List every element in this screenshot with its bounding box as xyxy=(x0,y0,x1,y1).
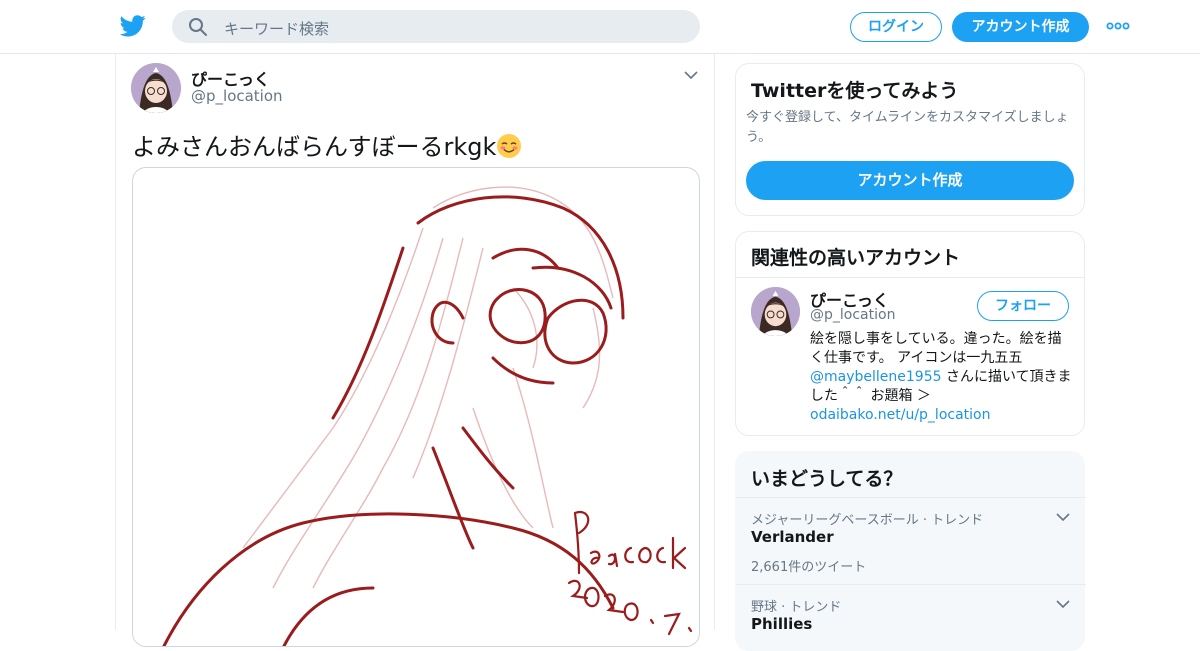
twitter-bird-icon[interactable] xyxy=(120,14,146,38)
trend-category: メジャーリーグベースボール · トレンド xyxy=(751,513,984,528)
related-accounts-card: 関連性の高いアカウント ぴーこっく @p_location フォロー 絵を隠し事… xyxy=(735,231,1085,436)
follow-button[interactable]: フォロー xyxy=(977,291,1069,321)
bio-mention-link[interactable]: @maybellene1955 xyxy=(810,369,942,385)
avatar-portrait-icon xyxy=(131,63,181,113)
avatar-portrait-icon xyxy=(751,287,800,336)
more-options-icon[interactable] xyxy=(1106,18,1130,34)
trends-title: いまどうしてる？ xyxy=(751,468,903,490)
search-placeholder: キーワード検索 xyxy=(224,20,330,38)
chevron-down-icon[interactable] xyxy=(1056,512,1070,522)
create-account-button[interactable]: アカウント作成 xyxy=(746,161,1074,200)
bio-url-link[interactable]: odaibako.net/u/p_location xyxy=(810,407,990,423)
trends-card: いまどうしてる？ メジャーリーグベースボール · トレンド Verlander … xyxy=(735,451,1086,651)
chevron-down-icon[interactable] xyxy=(1056,599,1070,609)
tweet-column: ぴーこっく @p_location よみさんおんばらんすぼーるrkgk xyxy=(115,54,715,647)
bio-text: 絵を隠し事をしている。違った。絵を描く仕事です。 アイコンは一九五五 xyxy=(810,331,1062,366)
trend-name[interactable]: Verlander xyxy=(751,528,834,546)
chevron-down-icon[interactable] xyxy=(684,70,698,80)
tweet-media-image[interactable] xyxy=(132,167,700,647)
signup-card-description: 今すぐ登録して、タイムラインをカスタマイズしましょう。 xyxy=(746,110,1069,145)
login-button[interactable]: ログイン xyxy=(850,12,942,42)
account-handle[interactable]: @p_location xyxy=(810,307,895,323)
account-bio: 絵を隠し事をしている。違った。絵を描く仕事です。 アイコンは一九五五 @mayb… xyxy=(810,330,1074,425)
tweet-text-content: よみさんおんばらんすぼーるrkgk xyxy=(132,133,497,161)
tweet-author-handle[interactable]: @p_location xyxy=(191,87,283,105)
avatar[interactable] xyxy=(751,287,800,336)
divider xyxy=(736,584,1086,585)
trend-category: 野球 · トレンド xyxy=(751,600,842,615)
top-navigation-bar: キーワード検索 ログイン アカウント作成 xyxy=(0,0,1200,54)
related-accounts-title: 関連性の高いアカウント xyxy=(751,247,961,269)
tweet-text: よみさんおんばらんすぼーるrkgk xyxy=(132,127,522,162)
sketch-illustration xyxy=(162,186,693,646)
signup-card-title: Twitterを使ってみよう xyxy=(751,80,959,102)
trend-name[interactable]: Phillies xyxy=(751,615,812,633)
divider xyxy=(736,497,1086,498)
search-field[interactable]: キーワード検索 xyxy=(172,10,700,43)
divider xyxy=(736,277,1084,278)
smiling-face-icon xyxy=(497,134,522,158)
avatar[interactable] xyxy=(131,63,181,113)
search-icon xyxy=(189,18,207,36)
signup-button[interactable]: アカウント作成 xyxy=(952,12,1089,42)
trend-tweet-count: 2,661件のツイート xyxy=(751,560,867,575)
signup-card: Twitterを使ってみよう 今すぐ登録して、タイムラインをカスタマイズしましょ… xyxy=(735,63,1085,216)
